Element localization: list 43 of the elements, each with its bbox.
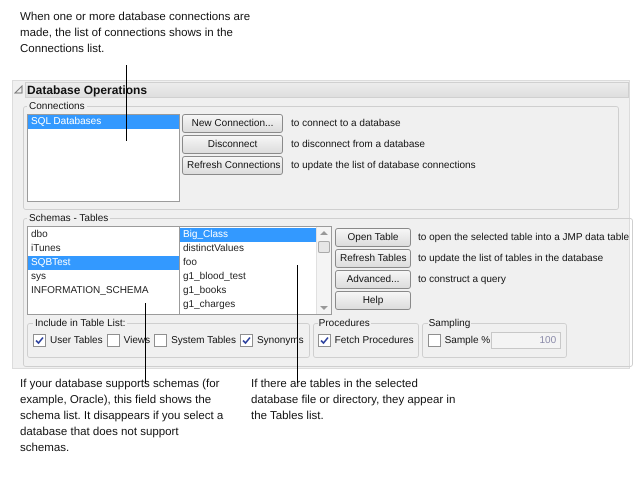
action-button[interactable]: Open Table [335,228,411,247]
scrollbar[interactable] [316,227,331,314]
action-button[interactable]: Refresh Connections [182,156,283,175]
list-item[interactable]: distinctValues [180,242,316,256]
group-label: Sampling [428,317,472,331]
action-button[interactable]: Help [335,291,411,310]
checkbox-label: User Tables [50,334,103,348]
callout-text: When one or more database connections are made, the list of connections shows in the Connections list. [20,10,252,57]
list-item[interactable]: g1_books [180,284,316,298]
checkbox[interactable] [154,334,168,347]
button-description: to update the list of tables in the database [418,252,604,266]
group-label: Include in Table List: [34,317,126,331]
group-label: Procedures [318,317,371,331]
disclosure-icon[interactable] [14,85,23,94]
group-label: Schemas - Tables [28,212,110,226]
list-item[interactable]: sys [28,270,179,284]
checkbox[interactable] [106,334,120,347]
checkbox-label: Sample % [444,334,490,348]
list-item[interactable]: foo [180,256,316,270]
action-button[interactable]: Refresh Tables [335,249,411,268]
checkbox[interactable] [240,334,253,347]
tables-list[interactable]: Big_Class distinctValues foo g1_blood_test g1_books g1_charges [180,227,316,314]
button-description: to open the selected table into a JMP data table [418,231,630,245]
list-item[interactable]: iTunes [28,242,179,256]
list-item[interactable]: g1_charges [180,298,316,312]
checkbox[interactable] [318,334,331,347]
group-label: Connections [28,100,86,114]
list-item[interactable]: dbo [28,228,179,242]
schemas-list[interactable]: dbo iTunes SQBTest sys INFORMATION_SCHEMA [28,227,180,314]
action-button[interactable]: New Connection... [182,114,283,133]
button-description: to update the list of database connections [291,159,476,173]
button-description: to disconnect from a database [291,138,425,152]
checkbox-label: Fetch Procedures [334,334,414,348]
list-item[interactable]: INFORMATION_SCHEMA [28,284,179,298]
button-description: to construct a query [418,273,506,287]
callout-text: If your database supports schemas (for example, Oracle), this field shows the schema list. It disappears if you select a database that does not support schemas. [20,377,224,456]
checkbox[interactable] [33,334,46,347]
action-button[interactable]: Disconnect [182,135,283,154]
checkbox[interactable] [428,334,441,347]
checkbox-label: System Tables [171,334,236,348]
button-description: to connect to a database [291,117,401,131]
action-button[interactable]: Advanced... [335,270,411,289]
list-item[interactable]: g1_blood_test [180,270,316,284]
